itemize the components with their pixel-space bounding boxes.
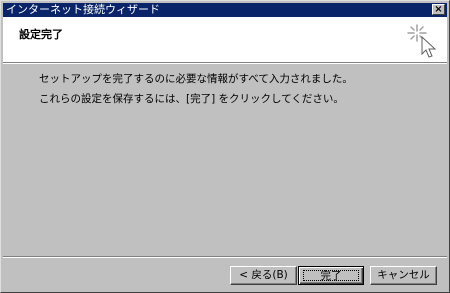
- header-divider: [3, 62, 447, 64]
- window-title: インターネット接続ウィザード: [6, 3, 160, 16]
- cancel-button[interactable]: キャンセル: [370, 266, 437, 285]
- wizard-sparkle-cursor-icon: [407, 24, 437, 58]
- page-title: 設定完了: [19, 28, 63, 41]
- close-button[interactable]: ×: [432, 4, 445, 15]
- finish-button[interactable]: 完了: [298, 266, 364, 285]
- info-text-line-1: セットアップを完了するのに必要な情報がすべて入力されました。: [39, 73, 353, 85]
- info-text-line-2: これらの設定を保存するには、[完了] をクリックしてください。: [39, 93, 344, 105]
- finish-button-label: 完了: [303, 270, 359, 282]
- title-bar[interactable]: インターネット接続ウィザード ×: [3, 3, 447, 17]
- back-button[interactable]: < 戻る(B): [230, 266, 297, 285]
- wizard-window: インターネット接続ウィザード × 設定完了 セットアップを完了するのに必要な情報…: [0, 0, 450, 293]
- wizard-header: 設定完了: [3, 17, 447, 62]
- footer-divider: [3, 256, 447, 258]
